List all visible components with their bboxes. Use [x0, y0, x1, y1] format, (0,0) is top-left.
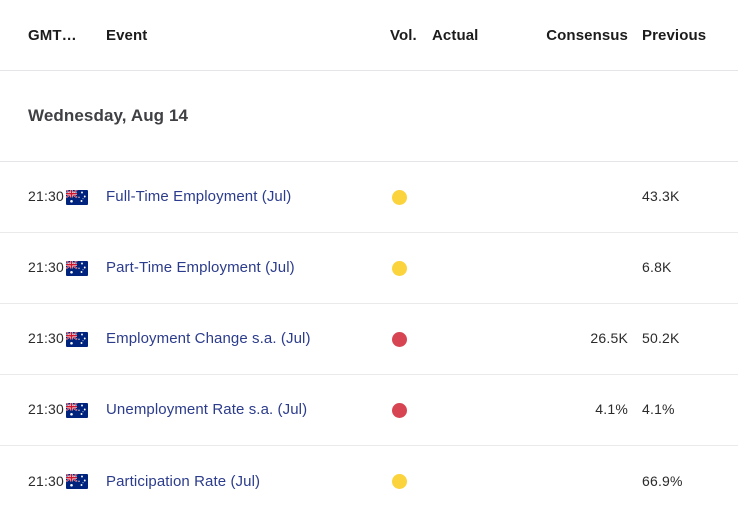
- column-header-actual[interactable]: Actual: [432, 27, 528, 44]
- event-link[interactable]: Participation Rate (Jul): [102, 473, 260, 490]
- row-previous-cell: 6.8K: [642, 259, 738, 277]
- red-dot-icon[interactable]: [392, 331, 407, 347]
- row-time-cell: 21:30: [28, 188, 66, 206]
- column-header-consensus[interactable]: Consensus: [528, 27, 642, 44]
- date-group-header: Wednesday, Aug 14: [0, 71, 738, 162]
- row-time-cell: 21:30: [28, 330, 66, 348]
- row-previous-cell: 4.1%: [642, 401, 738, 419]
- row-flag-cell: [66, 189, 102, 205]
- column-header-event[interactable]: Event: [102, 27, 390, 44]
- event-link[interactable]: Unemployment Rate s.a. (Jul): [102, 401, 307, 418]
- australia-flag-icon: [66, 474, 88, 489]
- row-event-cell: Employment Change s.a. (Jul): [102, 330, 390, 348]
- table-row[interactable]: 21:30: [0, 375, 738, 446]
- row-volatility-cell: [390, 331, 432, 347]
- row-time-cell: 21:30: [28, 401, 66, 419]
- yellow-dot-icon[interactable]: [392, 260, 407, 276]
- row-event-cell: Full-Time Employment (Jul): [102, 188, 390, 206]
- row-flag-cell: [66, 331, 102, 347]
- row-volatility-cell: [390, 402, 432, 418]
- column-header-previous[interactable]: Previous: [642, 27, 738, 44]
- row-consensus-cell: 4.1%: [528, 401, 642, 419]
- australia-flag-icon: [66, 189, 88, 205]
- table-row[interactable]: 21:30: [0, 233, 738, 304]
- table-row[interactable]: 21:30: [0, 446, 738, 517]
- row-time-cell: 21:30: [28, 473, 66, 491]
- event-time: 21:30: [28, 401, 65, 417]
- date-group-label: Wednesday, Aug 14: [28, 106, 189, 125]
- row-volatility-cell: [390, 260, 432, 276]
- red-dot-icon[interactable]: [392, 402, 407, 418]
- table-row[interactable]: 21:30: [0, 304, 738, 375]
- australia-flag-icon: [66, 260, 88, 276]
- row-event-cell: Part-Time Employment (Jul): [102, 259, 390, 277]
- event-time: 21:30: [28, 188, 65, 204]
- table-row[interactable]: 21:30: [0, 162, 738, 233]
- consensus-value: 4.1%: [595, 401, 628, 417]
- previous-value: 66.9%: [642, 472, 683, 489]
- previous-value: 50.2K: [642, 330, 680, 346]
- row-flag-cell: [66, 402, 102, 418]
- economic-calendar-table: GMT… Event Vol. Actual Consensus Previou…: [0, 0, 738, 517]
- row-consensus-cell: 26.5K: [528, 330, 642, 348]
- australia-flag-icon: [66, 402, 88, 418]
- event-link[interactable]: Part-Time Employment (Jul): [102, 259, 295, 276]
- yellow-dot-icon[interactable]: [392, 189, 407, 205]
- consensus-value: 26.5K: [590, 330, 628, 346]
- row-flag-cell: [66, 260, 102, 276]
- australia-flag-icon: [66, 331, 88, 347]
- row-flag-cell: [66, 474, 102, 489]
- column-header-volatility[interactable]: Vol.: [390, 27, 432, 44]
- row-previous-cell: 66.9%: [642, 473, 738, 491]
- event-time: 21:30: [28, 330, 65, 346]
- row-event-cell: Unemployment Rate s.a. (Jul): [102, 401, 390, 419]
- event-link[interactable]: Employment Change s.a. (Jul): [102, 330, 311, 347]
- previous-value: 6.8K: [642, 259, 672, 275]
- table-header-row: GMT… Event Vol. Actual Consensus Previou…: [0, 0, 738, 71]
- table-body: 21:30 Full-Time Employment (Jul) 43.3K 2…: [0, 162, 738, 517]
- event-time: 21:30: [28, 472, 65, 489]
- row-time-cell: 21:30: [28, 259, 66, 277]
- yellow-dot-icon[interactable]: [392, 474, 407, 489]
- column-header-time[interactable]: GMT…: [28, 27, 77, 44]
- row-previous-cell: 43.3K: [642, 188, 738, 206]
- row-volatility-cell: [390, 189, 432, 205]
- previous-value: 4.1%: [642, 401, 675, 417]
- event-link[interactable]: Full-Time Employment (Jul): [102, 188, 291, 205]
- event-time: 21:30: [28, 259, 65, 275]
- row-volatility-cell: [390, 474, 432, 489]
- row-event-cell: Participation Rate (Jul): [102, 473, 390, 491]
- previous-value: 43.3K: [642, 188, 680, 204]
- row-previous-cell: 50.2K: [642, 330, 738, 348]
